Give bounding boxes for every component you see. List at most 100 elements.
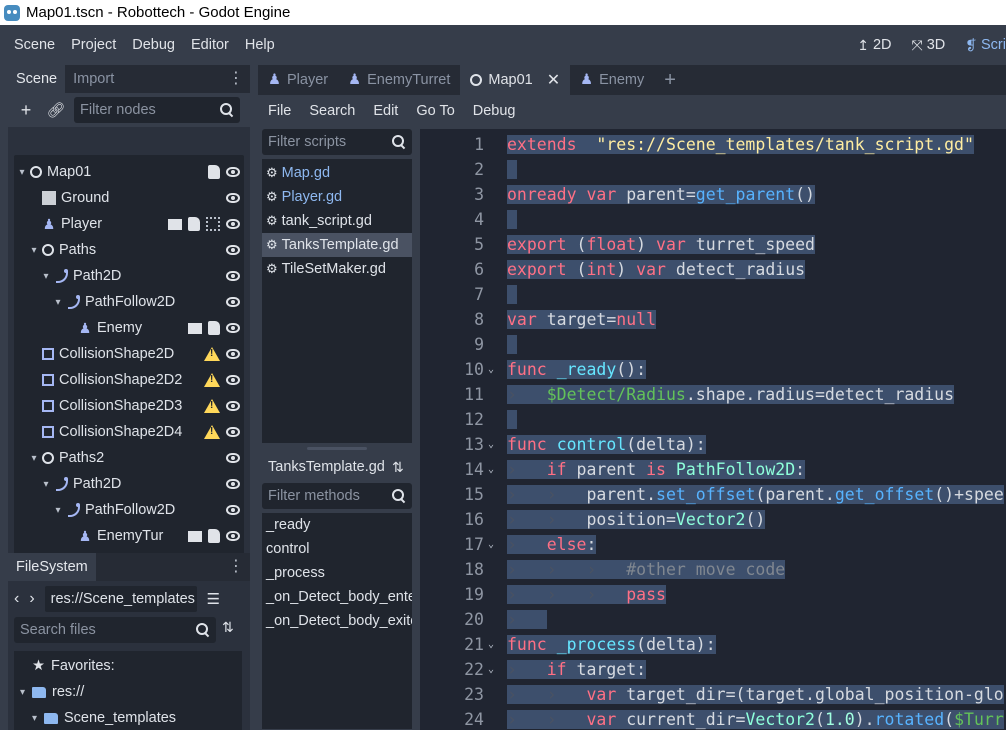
tree-node[interactable]: ▾ Paths <box>14 237 244 263</box>
code-editor[interactable]: 1 extends "res://Scene_templates/tank_scr… <box>420 129 1006 730</box>
visibility-eye-icon[interactable] <box>226 453 240 463</box>
warning-icon[interactable] <box>204 373 220 387</box>
sort-icon[interactable]: ⇅ <box>222 619 234 636</box>
collapse-arrow-icon[interactable]: ▾ <box>20 687 32 698</box>
scene-tab[interactable]: ♟ Player <box>258 65 338 95</box>
tree-node[interactable]: Ground <box>14 185 244 211</box>
workspace-3d-button[interactable]: ⤧ 3D <box>902 37 956 54</box>
script-list-item[interactable]: ⚙ TileSetMaker.gd <box>262 257 412 281</box>
warning-icon[interactable] <box>204 425 220 439</box>
collapse-arrow-icon[interactable]: ▾ <box>32 713 44 724</box>
visibility-eye-icon[interactable] <box>226 297 240 307</box>
visibility-eye-icon[interactable] <box>226 193 240 203</box>
tree-node[interactable]: ▾ Path2D <box>14 263 244 289</box>
collapse-arrow-icon[interactable]: ▾ <box>40 479 52 490</box>
filter-nodes-input[interactable]: Filter nodes <box>74 97 240 123</box>
visibility-eye-icon[interactable] <box>226 219 240 229</box>
scene-tab[interactable]: Map01 ✕ <box>460 65 571 95</box>
visibility-eye-icon[interactable] <box>226 427 240 437</box>
tree-node[interactable]: ♟ EnemyTur <box>14 523 244 549</box>
script-menu-goto[interactable]: Go To <box>407 103 463 119</box>
fold-arrow-icon[interactable]: ⌄ <box>488 432 494 457</box>
visibility-eye-icon[interactable] <box>226 375 240 385</box>
tab-import[interactable]: Import <box>65 65 122 93</box>
filesystem-item[interactable]: ▾ Scene_templates <box>14 705 176 730</box>
menu-project[interactable]: Project <box>63 25 124 65</box>
visibility-eye-icon[interactable] <box>226 245 240 255</box>
fold-arrow-icon[interactable]: ⌄ <box>488 357 494 382</box>
collapse-arrow-icon[interactable]: ▾ <box>28 453 40 464</box>
open-scene-icon[interactable] <box>188 322 202 334</box>
visibility-eye-icon[interactable] <box>226 531 240 541</box>
add-node-icon[interactable]: + <box>14 98 38 122</box>
script-list-item[interactable]: ⚙ TanksTemplate.gd <box>262 233 412 257</box>
script-list-item[interactable]: ⚙ Player.gd <box>262 185 412 209</box>
tree-node[interactable]: ▾ Paths2 <box>14 445 244 471</box>
script-attached-icon[interactable] <box>188 217 200 231</box>
script-menu-search[interactable]: Search <box>300 103 364 119</box>
visibility-eye-icon[interactable] <box>226 479 240 489</box>
filter-scripts-input[interactable]: Filter scripts <box>262 129 412 155</box>
menu-scene[interactable]: Scene <box>0 25 63 65</box>
fold-arrow-icon[interactable]: ⌄ <box>488 457 494 482</box>
warning-icon[interactable] <box>204 399 220 413</box>
visibility-eye-icon[interactable] <box>226 323 240 333</box>
script-attached-icon[interactable] <box>208 529 220 543</box>
collapse-arrow-icon[interactable]: ▾ <box>52 505 64 516</box>
tree-node[interactable]: CollisionShape2D4 <box>14 419 244 445</box>
script-menu-file[interactable]: File <box>258 103 300 119</box>
method-list-item[interactable]: _process <box>262 561 412 585</box>
tree-node[interactable]: ▾ Map01 <box>14 159 244 185</box>
fold-arrow-icon[interactable]: ⌄ <box>488 632 494 657</box>
collapse-arrow-icon[interactable]: ▾ <box>16 167 28 178</box>
tree-node[interactable]: ♟ Player <box>14 211 244 237</box>
fold-arrow-icon[interactable]: ⌄ <box>488 657 494 682</box>
split-view-icon[interactable]: ☰ <box>207 590 220 608</box>
new-scene-tab-button[interactable]: + <box>654 65 686 95</box>
dock-menu-icon[interactable]: ⋮ <box>228 69 244 89</box>
close-tab-icon[interactable]: ✕ <box>547 70 560 90</box>
warning-icon[interactable] <box>204 347 220 361</box>
script-attached-icon[interactable] <box>208 321 220 335</box>
scene-tab[interactable]: ♟ EnemyTurret <box>338 65 460 95</box>
tree-node[interactable]: ▾ Path2D <box>14 471 244 497</box>
tree-node[interactable]: ♟ Enemy <box>14 315 244 341</box>
visibility-eye-icon[interactable] <box>226 271 240 281</box>
workspace-2d-button[interactable]: ↥ 2D <box>847 37 901 54</box>
menu-editor[interactable]: Editor <box>183 25 237 65</box>
collapse-arrow-icon[interactable]: ▾ <box>28 245 40 256</box>
fold-arrow-icon[interactable]: ⌄ <box>488 532 494 557</box>
scene-tab[interactable]: ♟ Enemy <box>570 65 654 95</box>
script-menu-debug[interactable]: Debug <box>464 103 525 119</box>
tab-filesystem[interactable]: FileSystem <box>8 553 96 581</box>
script-attached-icon[interactable] <box>208 165 220 179</box>
workspace-script-button[interactable]: ❡ Scri <box>955 37 1006 54</box>
filesystem-item[interactable]: ★ Favorites: <box>14 653 115 679</box>
method-list-item[interactable]: _on_Detect_body_entered <box>262 585 412 609</box>
menu-help[interactable]: Help <box>237 25 283 65</box>
visibility-eye-icon[interactable] <box>226 167 240 177</box>
sort-icon[interactable]: ⇅ <box>392 459 404 476</box>
open-scene-icon[interactable] <box>188 530 202 542</box>
collapse-arrow-icon[interactable]: ▾ <box>52 297 64 308</box>
dock-menu-icon[interactable]: ⋮ <box>228 557 244 577</box>
path-field[interactable]: res://Scene_templates <box>44 586 197 612</box>
forward-icon[interactable]: › <box>29 590 34 608</box>
instance-scene-icon[interactable]: 🔗︎ <box>44 98 68 122</box>
tree-node[interactable]: CollisionShape2D <box>14 341 244 367</box>
collapse-arrow-icon[interactable]: ▾ <box>40 271 52 282</box>
menu-debug[interactable]: Debug <box>124 25 183 65</box>
back-icon[interactable]: ‹ <box>14 590 19 608</box>
script-list-item[interactable]: ⚙ tank_script.gd <box>262 209 412 233</box>
search-files-input[interactable]: Search files <box>14 617 216 643</box>
visibility-eye-icon[interactable] <box>226 401 240 411</box>
tree-node[interactable]: CollisionShape2D3 <box>14 393 244 419</box>
open-scene-icon[interactable] <box>168 218 182 230</box>
tree-node[interactable]: CollisionShape2D2 <box>14 367 244 393</box>
group-icon[interactable] <box>206 217 220 231</box>
panel-splitter[interactable] <box>307 447 367 450</box>
method-list-item[interactable]: _on_Detect_body_exited <box>262 609 412 633</box>
visibility-eye-icon[interactable] <box>226 349 240 359</box>
script-list-item[interactable]: ⚙ Map.gd <box>262 161 412 185</box>
method-list-item[interactable]: control <box>262 537 412 561</box>
